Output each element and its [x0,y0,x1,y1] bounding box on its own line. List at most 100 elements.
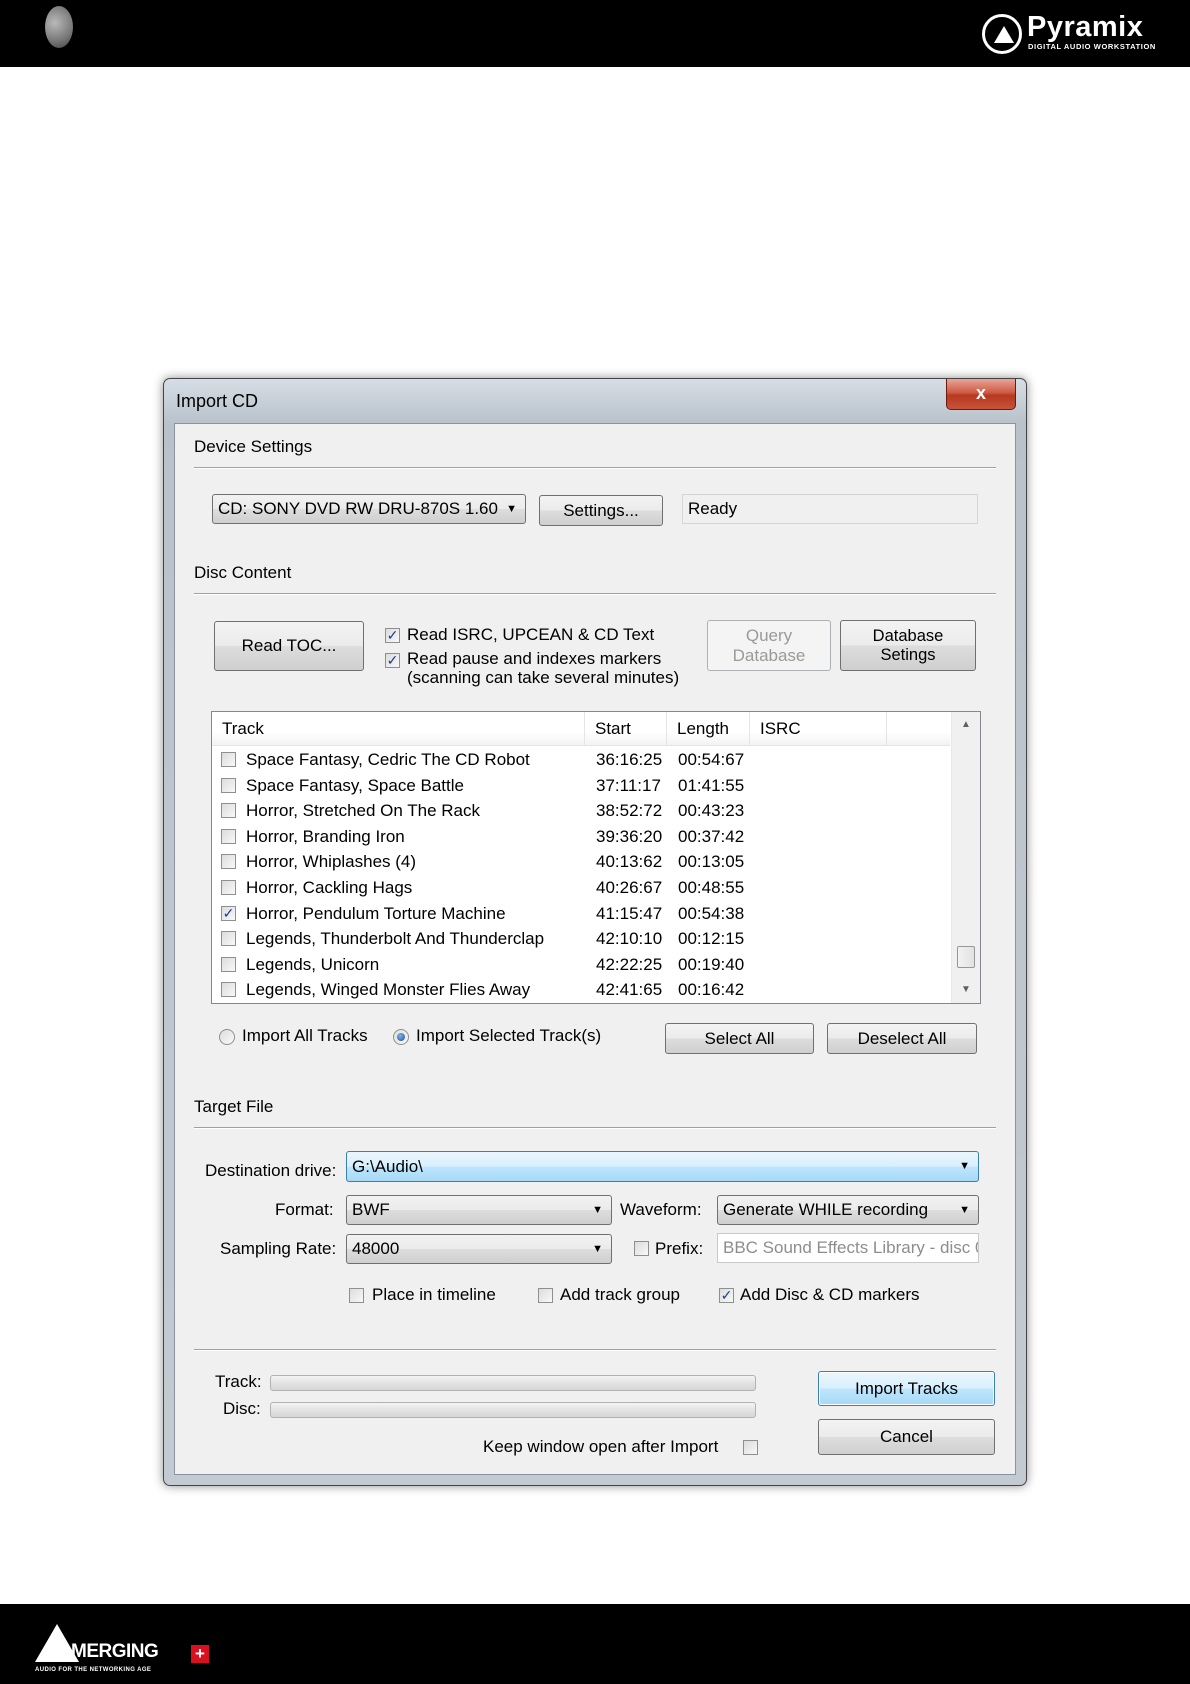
place-in-timeline-checkbox[interactable] [349,1288,364,1303]
track-row[interactable]: Horror, Whiplashes (4) 40:13:62 00:13:05 [212,849,950,875]
track-checkbox[interactable] [221,854,236,870]
sampling-rate-value: 48000 [352,1239,400,1258]
query-database-button[interactable]: Query Database [707,620,831,671]
track-list[interactable]: Track Start Length ISRC Space Fantasy, C… [211,711,981,1004]
import-tracks-button[interactable]: Import Tracks [818,1371,995,1406]
read-pause-checkbox[interactable]: ✓ [385,653,400,668]
track-checkbox[interactable] [221,982,236,998]
read-isrc-label: Read ISRC, UPCEAN & CD Text [407,625,655,644]
format-select[interactable]: BWF ▼ [346,1195,612,1225]
deselect-all-button[interactable]: Deselect All [827,1023,977,1054]
track-checkbox[interactable] [221,956,236,972]
track-start: 40:26:67 [596,877,663,897]
track-name: Space Fantasy, Cedric The CD Robot [246,750,530,769]
import-selected-radio[interactable] [393,1029,409,1045]
track-start: 36:16:25 [596,750,663,769]
track-start: 38:52:72 [596,801,663,821]
moon-icon [45,6,73,48]
cancel-button[interactable]: Cancel [818,1419,995,1455]
destination-drive-label: Destination drive: [205,1161,337,1180]
track-list-scrollbar[interactable]: ▲ ▼ [951,712,980,1003]
column-header-length[interactable]: Length [667,712,750,745]
track-progress-bar [270,1375,756,1391]
track-name: Horror, Whiplashes (4) [246,852,417,872]
add-markers-checkbox[interactable]: ✓ [719,1288,734,1303]
scroll-thumb[interactable] [957,946,975,968]
chevron-down-icon: ▼ [506,503,517,515]
format-value: BWF [352,1200,390,1219]
read-isrc-checkbox[interactable]: ✓ [385,628,400,643]
destination-drive-select[interactable]: G:\Audio\ ▼ [346,1151,979,1182]
track-checkbox[interactable] [221,777,236,793]
chevron-down-icon: ▼ [959,1204,970,1216]
track-length: 00:13:05 [678,852,745,872]
track-checkbox[interactable]: ✓ [221,904,236,921]
prefix-checkbox[interactable] [634,1241,649,1256]
track-checkbox[interactable] [221,879,236,895]
add-track-group-label: Add track group [560,1285,681,1304]
select-all-button[interactable]: Select All [665,1023,814,1054]
column-header-start[interactable]: Start [585,712,667,745]
scroll-down-icon[interactable]: ▼ [952,980,980,1000]
track-row[interactable]: Horror, Cackling Hags 40:26:67 00:48:55 [212,875,950,901]
track-name: Space Fantasy, Space Battle [246,775,464,795]
prefix-field[interactable]: BBC Sound Effects Library - disc 08 [717,1233,979,1263]
swiss-cross-icon: + [191,1645,209,1663]
track-name: Legends, Winged Monster Flies Away [246,980,531,1000]
track-progress-label: Track: [215,1372,262,1391]
column-header-isrc[interactable]: ISRC [750,712,887,745]
track-name: Horror, Cackling Hags [246,877,413,897]
disc-content-heading: Disc Content [194,563,292,582]
track-length: 00:54:67 [678,750,745,769]
dialog-title: Import CD [176,391,259,411]
page-header-bar: Pyramix DIGITAL AUDIO WORKSTATION [0,0,1190,67]
settings-button[interactable]: Settings... [539,495,663,526]
database-settings-button[interactable]: Database Setings [840,620,976,671]
track-length: 00:43:23 [678,801,745,821]
track-name: Horror, Stretched On The Rack [246,801,481,821]
import-cd-dialog: Import CD x Device Settings CD: SONY DVD… [163,378,1027,1486]
checkmark-icon: ✓ [222,904,235,921]
keep-open-checkbox[interactable] [743,1440,758,1455]
merging-logo: MERGING + AUDIO FOR THE NETWORKING AGE [35,1624,225,1676]
scroll-up-icon[interactable]: ▲ [952,715,980,735]
track-name: Horror, Branding Iron [246,826,405,846]
drive-select[interactable]: CD: SONY DVD RW DRU-870S 1.60 ▼ [212,494,526,524]
track-row[interactable]: Legends, Winged Monster Flies Away 42:41:… [212,977,950,1003]
column-header-track[interactable]: Track [212,712,585,745]
read-toc-button[interactable]: Read TOC... [214,621,364,671]
disc-progress-label: Disc: [223,1399,261,1418]
track-length: 00:16:42 [678,980,745,1000]
pyramix-logo-icon [982,14,1022,54]
track-row[interactable]: Legends, Thunderbolt And Thunderclap 42:1… [212,926,950,952]
format-label: Format: [275,1200,334,1219]
add-track-group-checkbox[interactable] [538,1288,553,1303]
track-checkbox[interactable] [221,828,236,844]
sampling-rate-label: Sampling Rate: [220,1239,337,1258]
checkmark-icon: ✓ [386,652,399,668]
import-all-radio[interactable] [219,1029,235,1045]
import-selected-label: Import Selected Track(s) [416,1026,602,1045]
track-row[interactable]: ✓ Horror, Pendulum Torture Machine 41:15:4… [212,901,950,927]
track-row[interactable]: Horror, Stretched On The Rack 38:52:72 00:… [212,798,950,824]
track-rows: Space Fantasy, Cedric The CD Robot 36:16:… [212,747,950,1003]
waveform-select[interactable]: Generate WHILE recording ▼ [717,1195,979,1225]
target-file-divider [194,1127,996,1129]
track-checkbox[interactable] [221,803,236,819]
track-row[interactable]: Space Fantasy, Space Battle 37:11:17 01:41… [212,773,950,799]
keep-open-label: Keep window open after Import [483,1437,719,1456]
waveform-label: Waveform: [620,1200,702,1219]
track-row[interactable]: Legends, Unicorn 42:22:25 00:19:40 [212,952,950,978]
drive-select-value: CD: SONY DVD RW DRU-870S 1.60 [218,499,498,518]
sampling-rate-select[interactable]: 48000 ▼ [346,1234,612,1264]
track-row[interactable]: Horror, Branding Iron 39:36:20 00:37:42 [212,824,950,850]
progress-divider [194,1349,996,1351]
track-row[interactable]: Space Fantasy, Cedric The CD Robot 36:16:… [212,747,950,773]
close-button[interactable]: x [946,379,1016,410]
track-checkbox[interactable] [221,931,236,947]
track-checkbox[interactable] [221,752,236,767]
dialog-client-area: Device Settings CD: SONY DVD RW DRU-870S… [174,423,1016,1475]
chevron-down-icon: ▼ [959,1160,970,1172]
prefix-label: Prefix: [655,1239,704,1258]
track-length: 00:48:55 [678,877,745,897]
